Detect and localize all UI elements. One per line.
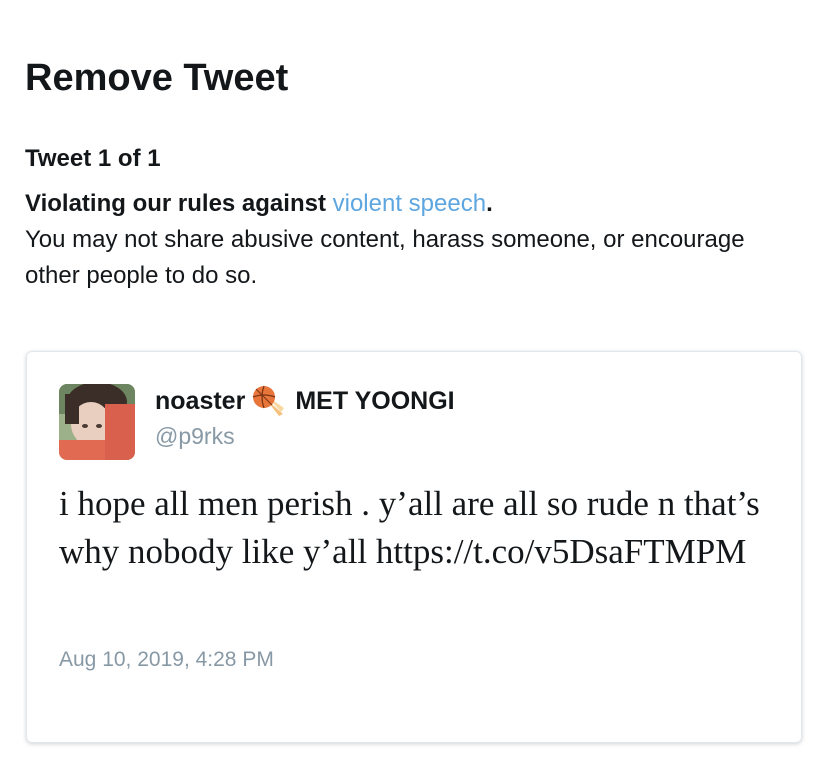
author-handle[interactable]: @p9rks xyxy=(155,422,235,450)
basketball-comet-emoji-icon xyxy=(251,384,285,418)
avatar[interactable] xyxy=(59,384,135,460)
tweet-author-row: noaster MET YOONGI xyxy=(155,384,455,418)
violation-description: You may not share abusive content, haras… xyxy=(25,226,745,289)
violent-speech-link[interactable]: violent speech xyxy=(333,190,486,217)
tweet-text: i hope all men perish . y’all are all so… xyxy=(59,484,760,571)
author-name-suffix[interactable]: MET YOONGI xyxy=(295,387,454,416)
tweet-count: Tweet 1 of 1 xyxy=(25,145,161,172)
tweet-card: noaster MET YOONGI @p9rks i hope all men… xyxy=(26,351,802,743)
violation-reason-prefix: Violating our rules against xyxy=(25,190,333,217)
violation-notice: Violating our rules against violent spee… xyxy=(25,186,805,294)
tweet-timestamp[interactable]: Aug 10, 2019, 4:28 PM xyxy=(59,647,274,673)
author-display-name[interactable]: noaster xyxy=(155,387,245,416)
page-title: Remove Tweet xyxy=(25,57,289,99)
violation-reason-suffix: . xyxy=(486,190,493,217)
avatar-image xyxy=(59,384,135,460)
